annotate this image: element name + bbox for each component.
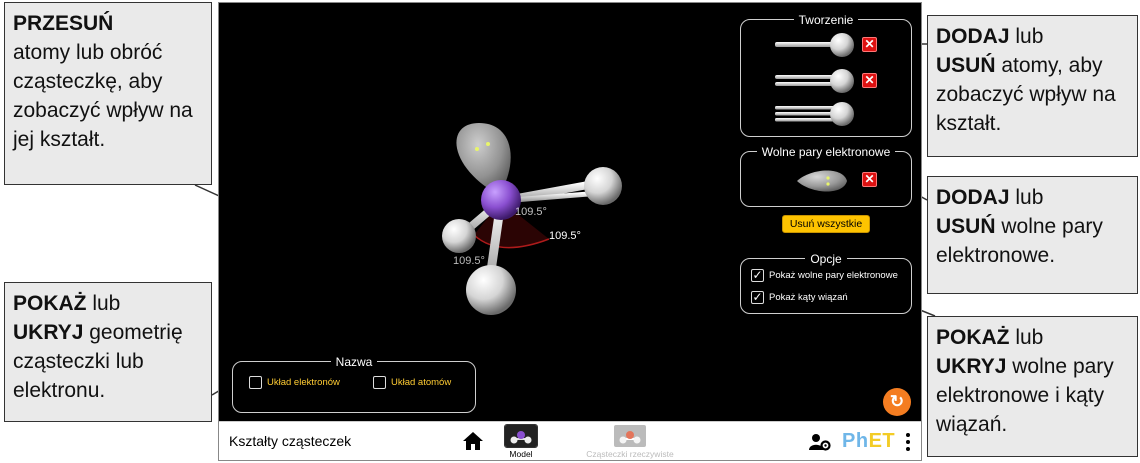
callout-text: lub [1009, 326, 1044, 349]
show-bond-angles-label: Pokaż kąty wiązań [769, 292, 848, 303]
simulation-frame: 109.5° 109.5° 109.5° Tworzenie ✕ ✕ Wolne… [218, 2, 922, 461]
checkmark-icon: ✓ [751, 268, 764, 282]
callout-add-lone-pairs: DODAJ lub USUŃ wolne pary elektronowe. [927, 176, 1138, 294]
checkbox-icon [373, 376, 386, 389]
tab-real-molecules-label: Cząsteczki rzeczywiste [586, 449, 674, 459]
show-lone-pairs-checkbox[interactable]: ✓ Pokaż wolne pary elektronowe [751, 269, 898, 282]
callout-bold: USUŃ [936, 215, 996, 238]
add-lone-pair-button[interactable] [741, 152, 913, 208]
callout-add-atoms: DODAJ lub USUŃ atomy, aby zobaczyć wpływ… [927, 15, 1138, 157]
callout-bold: UKRYJ [936, 355, 1007, 378]
callout-bold: POKAŻ [13, 292, 87, 315]
callout-show-lone-pairs: POKAŻ lub UKRYJ wolne pary elektronowe i… [927, 316, 1138, 457]
bond-angle-label: 109.5° [549, 230, 581, 242]
callout-bold: POKAŻ [936, 326, 1010, 349]
callout-move-atoms: PRZESUŃ atomy lub obróć cząsteczkę, aby … [4, 2, 212, 185]
electron-geometry-checkbox[interactable]: Układ elektronów [249, 376, 340, 389]
double-bond-button[interactable] [775, 69, 854, 93]
show-lone-pairs-label: Pokaż wolne pary elektronowe [769, 270, 898, 281]
show-bond-angles-checkbox[interactable]: ✓ Pokaż kąty wiązań [751, 291, 848, 304]
molecule-geometry-checkbox[interactable]: Układ atomów [373, 376, 451, 389]
tab-real-molecules[interactable]: Cząsteczki rzeczywiste [575, 425, 685, 459]
callout-text: lub [86, 292, 121, 315]
name-panel-title: Nazwa [330, 355, 378, 369]
molecule-geometry-label: Układ atomów [391, 377, 452, 388]
checkmark-icon: ✓ [751, 290, 764, 304]
kebab-menu-icon[interactable] [905, 431, 911, 453]
callout-text: lub [1009, 186, 1044, 209]
triple-bond-button[interactable] [775, 102, 854, 126]
options-panel-title: Opcje [805, 252, 847, 266]
sim-title: Kształty cząsteczek [229, 433, 352, 449]
lone-pair-electron [475, 147, 479, 151]
outer-atom[interactable] [466, 265, 516, 315]
reset-icon[interactable]: ↻ [883, 388, 911, 416]
remove-all-button[interactable]: Usuń wszystkie [782, 215, 870, 233]
bond-type-selectors [775, 33, 854, 126]
outer-atom[interactable] [442, 219, 476, 253]
home-icon[interactable] [462, 431, 484, 451]
remove-lone-pair-close-icon[interactable]: ✕ [862, 172, 877, 187]
callout-bold: UKRYJ [13, 321, 84, 344]
lone-pairs-panel: Wolne pary elektronowe ✕ [740, 145, 913, 208]
options-panel: Opcje ✓ Pokaż wolne pary elektronowe ✓ P… [740, 252, 912, 314]
play-area[interactable]: 109.5° 109.5° 109.5° Tworzenie ✕ ✕ Wolne… [219, 3, 921, 419]
callout-show-geometry: POKAŻ lub UKRYJ geometrię cząsteczki lub… [4, 282, 212, 422]
phet-logo[interactable]: PhET [842, 430, 895, 453]
tab-model[interactable]: Model [486, 424, 556, 459]
callout-bold: DODAJ [936, 25, 1010, 48]
single-bond-button[interactable] [775, 33, 854, 57]
model-screen-thumbnail [504, 424, 538, 448]
bond-angle-label: 109.5° [453, 255, 485, 267]
callout-text: atomy lub obróć cząsteczkę, aby zobaczyć… [13, 41, 193, 151]
tab-model-label: Model [509, 449, 533, 459]
callout-bold: DODAJ [936, 186, 1010, 209]
navigation-bar: Kształty cząsteczek Model Cząsteczki rze… [219, 421, 921, 460]
bond-angle-label: 109.5° [515, 206, 547, 218]
checkbox-icon [249, 376, 262, 389]
callout-text: lub [1009, 25, 1044, 48]
real-molecules-screen-thumbnail [614, 425, 646, 447]
remove-double-bond-close-icon[interactable]: ✕ [862, 73, 877, 88]
name-panel: Nazwa Układ elektronów Układ atomów [232, 355, 476, 413]
lone-pair-electron [486, 142, 490, 146]
outer-atom[interactable] [584, 167, 622, 205]
callout-bold: PRZESUŃ [13, 12, 114, 35]
electron-geometry-label: Układ elektronów [267, 377, 340, 388]
callout-bold: USUŃ [936, 54, 996, 77]
bonding-panel: Tworzenie ✕ ✕ [740, 13, 912, 137]
user-gear-icon[interactable] [809, 433, 831, 451]
remove-single-bond-close-icon[interactable]: ✕ [862, 37, 877, 52]
